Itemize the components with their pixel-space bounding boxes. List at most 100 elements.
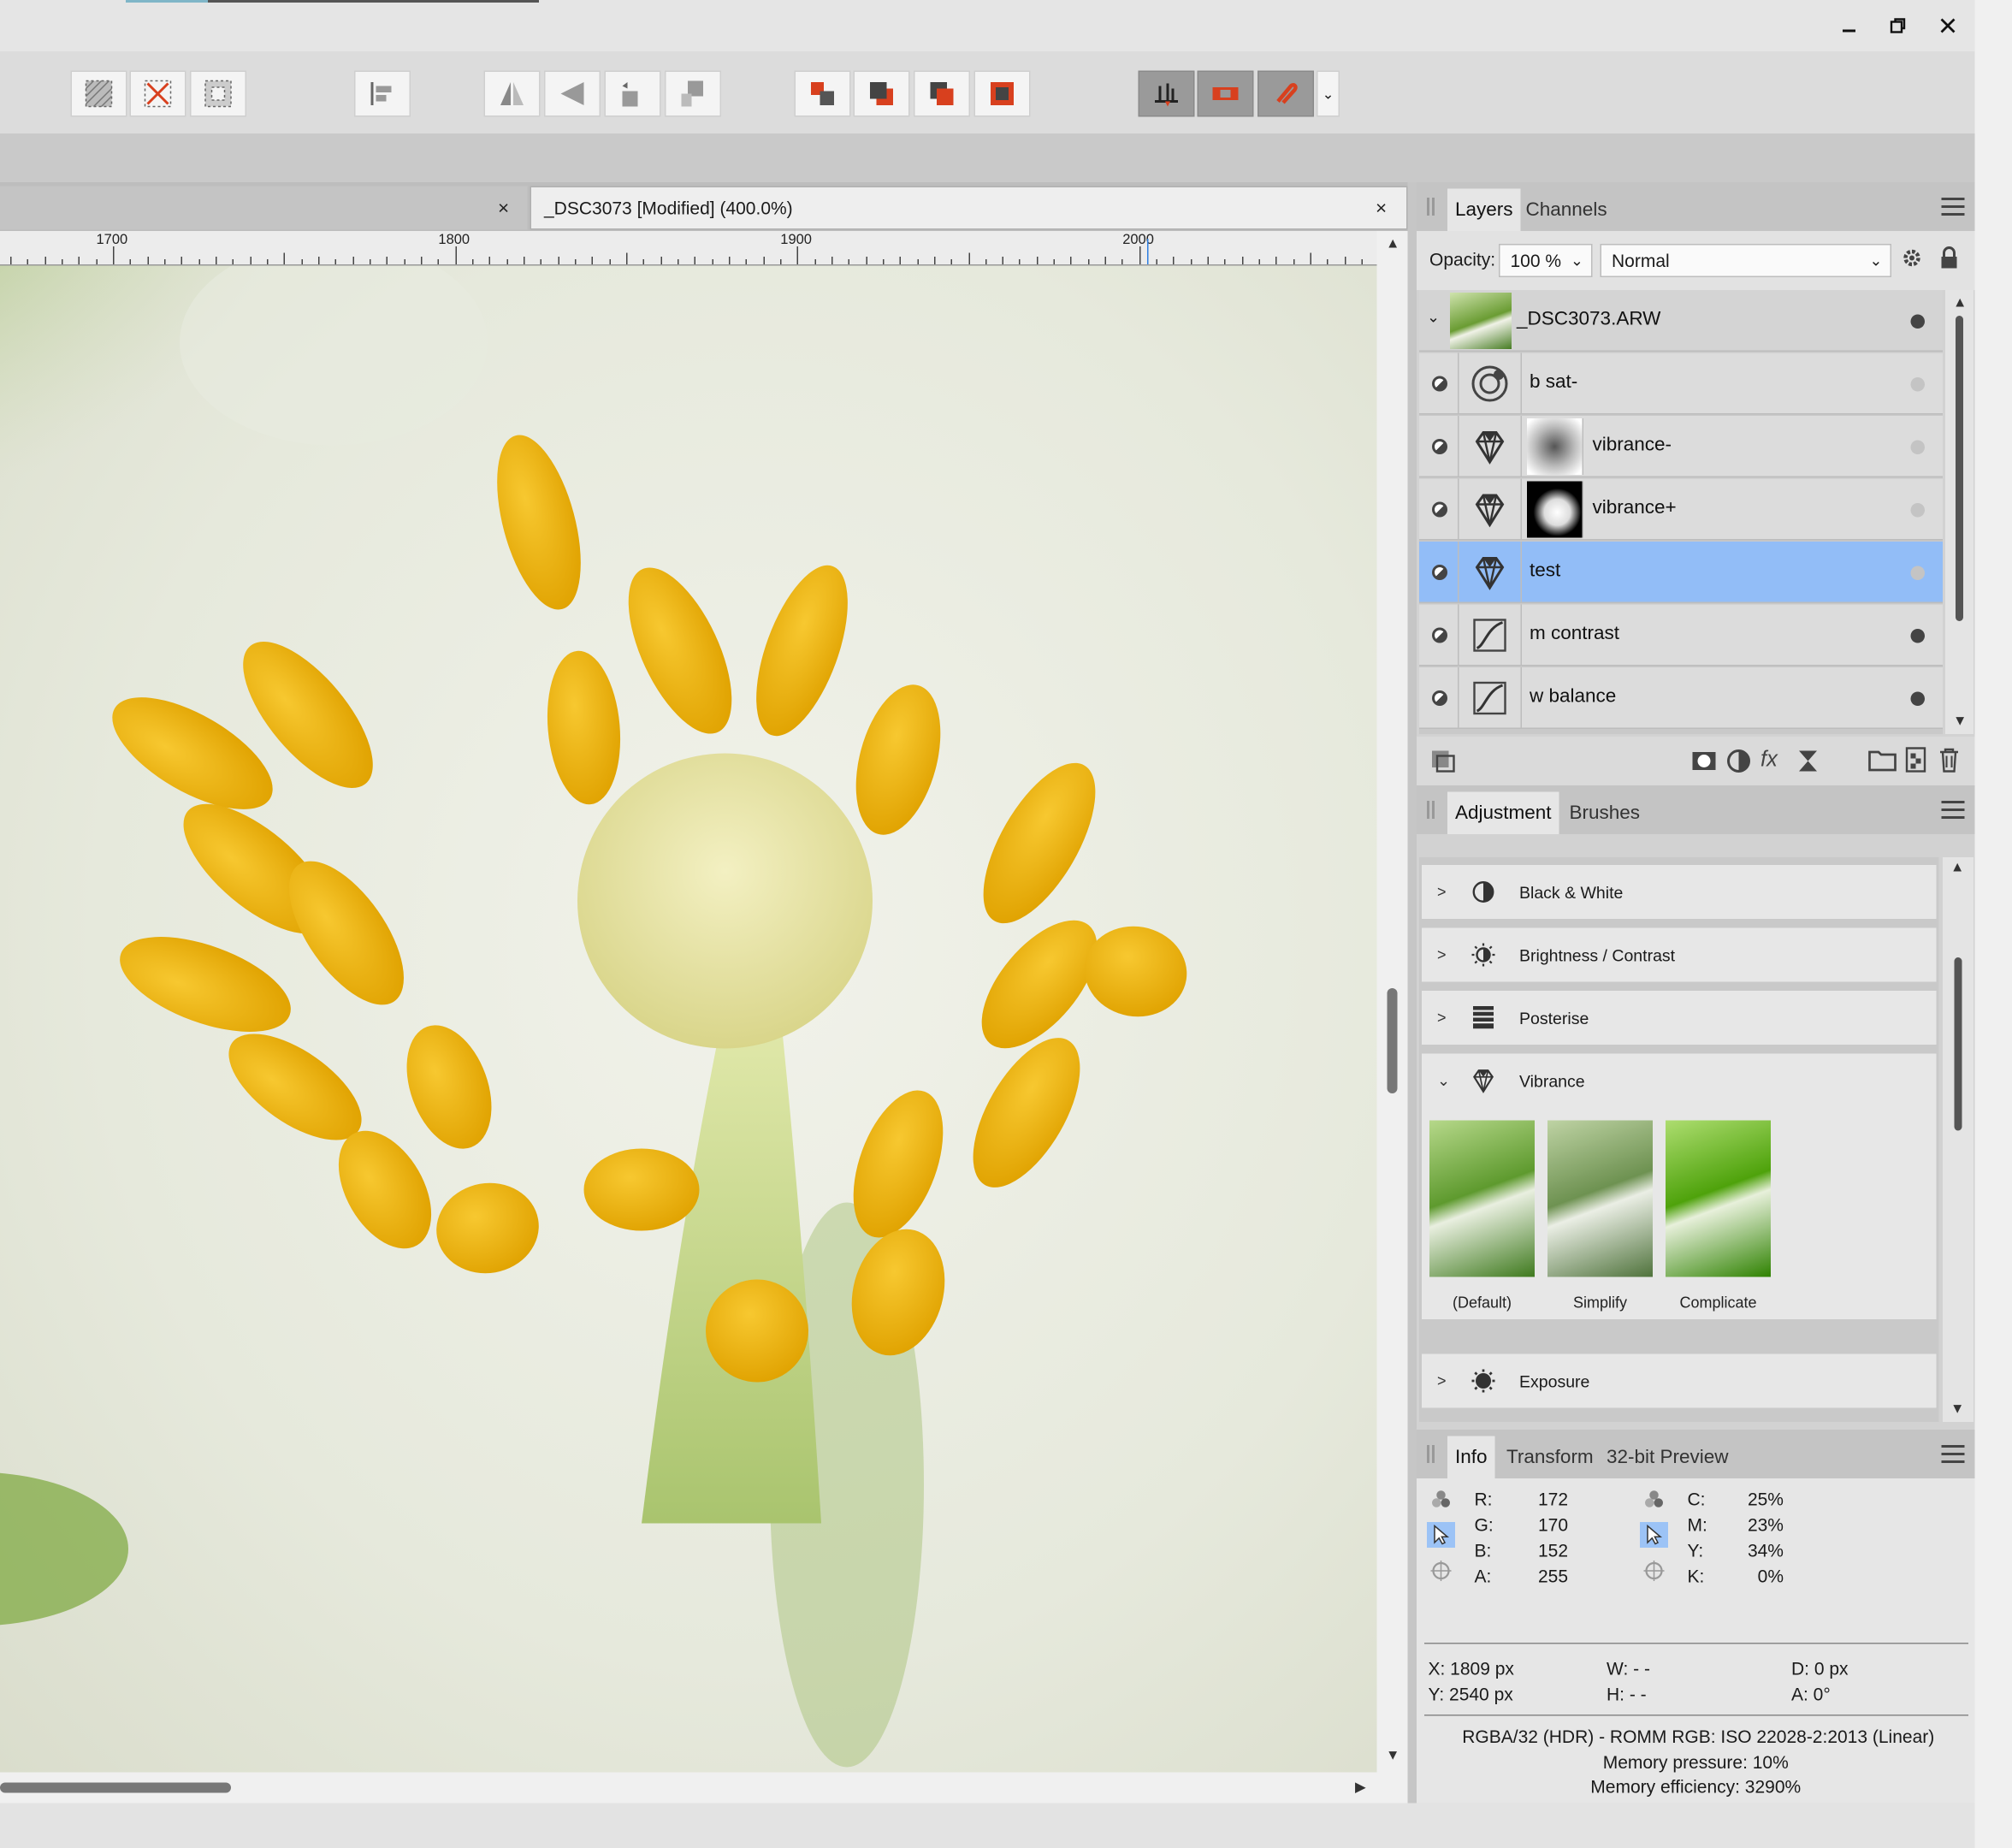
preset-thumbnail-default[interactable]: [1429, 1120, 1535, 1277]
panel-grip-icon[interactable]: [1427, 1445, 1435, 1463]
panel-menu-icon[interactable]: [1941, 801, 1965, 819]
tab-transform[interactable]: Transform: [1499, 1436, 1601, 1479]
scroll-down-icon[interactable]: ▼: [1386, 1748, 1400, 1763]
mask-layer-icon[interactable]: [1691, 749, 1717, 779]
invert-selection-icon[interactable]: [190, 70, 246, 117]
restore-icon[interactable]: [1881, 10, 1914, 41]
chevron-right-icon[interactable]: >: [1437, 1372, 1447, 1390]
align-left-icon[interactable]: [354, 70, 411, 117]
layer-options-icon[interactable]: [1429, 749, 1458, 781]
layer-visibility-dot[interactable]: [1910, 691, 1925, 706]
panel-menu-icon[interactable]: [1941, 1445, 1965, 1463]
tab-32bit-preview[interactable]: 32-bit Preview: [1599, 1436, 1737, 1479]
layer-row-selected[interactable]: test: [1419, 542, 1943, 603]
layer-visibility-dot[interactable]: [1910, 314, 1925, 329]
move-back-one-icon[interactable]: [853, 70, 910, 117]
new-pixel-layer-icon[interactable]: [1905, 747, 1926, 779]
layer-blend-icon[interactable]: [1432, 376, 1447, 392]
scroll-up-icon[interactable]: ▲: [1386, 236, 1400, 252]
scroll-up-icon[interactable]: ▲: [1950, 860, 1964, 875]
blend-mode-select[interactable]: Normal ⌄: [1600, 244, 1891, 277]
document-tab-active[interactable]: _DSC3073 [Modified] (400.0%) ×: [530, 186, 1408, 230]
pointer-icon[interactable]: [1427, 1522, 1455, 1548]
force-pixel-alignment-icon[interactable]: [1197, 70, 1254, 117]
adjustment-item-exposure[interactable]: > Exposure: [1422, 1353, 1937, 1408]
chevron-down-icon[interactable]: ⌄: [1437, 1072, 1450, 1090]
color-sampler-icon[interactable]: [1427, 1486, 1455, 1512]
chevron-down-icon[interactable]: ⌄: [1427, 308, 1440, 326]
layer-blend-icon[interactable]: [1432, 690, 1447, 706]
scroll-down-icon[interactable]: ▼: [1953, 714, 1967, 729]
tab-layers[interactable]: Layers: [1447, 188, 1521, 231]
scroll-down-icon[interactable]: ▼: [1950, 1401, 1964, 1417]
layer-visibility-dot[interactable]: [1910, 503, 1925, 518]
rotate-right-icon[interactable]: [665, 70, 721, 117]
layer-row[interactable]: vibrance+: [1419, 478, 1943, 541]
layer-row[interactable]: vibrance-: [1419, 416, 1943, 477]
close-tab-icon[interactable]: ×: [1376, 197, 1387, 219]
layer-blend-icon[interactable]: [1432, 627, 1447, 643]
chevron-right-icon[interactable]: >: [1437, 946, 1447, 964]
horizontal-scrollbar[interactable]: ▶: [0, 1772, 1408, 1804]
snapping-icon[interactable]: [1138, 70, 1195, 117]
scroll-up-icon[interactable]: ▲: [1953, 295, 1967, 311]
chevron-right-icon[interactable]: >: [1437, 883, 1447, 901]
panel-grip-icon[interactable]: [1427, 801, 1435, 819]
adjustment-scrollbar[interactable]: ▲ ▼: [1943, 857, 1974, 1422]
tab-adjustment[interactable]: Adjustment: [1447, 791, 1559, 834]
document-tab-inactive[interactable]: ×: [0, 186, 528, 230]
layer-row[interactable]: w balance: [1419, 667, 1943, 729]
snapping-dropdown-chevron-icon[interactable]: ⌄: [1317, 70, 1340, 117]
preset-thumbnail-simplify[interactable]: [1547, 1120, 1653, 1277]
layer-visibility-dot[interactable]: [1910, 377, 1925, 392]
scroll-right-icon[interactable]: ▶: [1355, 1779, 1366, 1796]
layers-scrollbar[interactable]: ▲ ▼: [1945, 290, 1974, 734]
snapping-magnet-icon[interactable]: [1258, 70, 1314, 117]
layer-blend-icon[interactable]: [1432, 439, 1447, 454]
adjustment-layer-icon[interactable]: [1726, 749, 1752, 781]
layer-visibility-dot[interactable]: [1910, 629, 1925, 643]
opacity-select[interactable]: 100 % ⌄: [1499, 244, 1593, 277]
tab-info[interactable]: Info: [1447, 1436, 1495, 1478]
panel-grip-icon[interactable]: [1427, 198, 1435, 216]
adjustment-scroll-thumb[interactable]: [1954, 957, 1962, 1131]
layer-visibility-dot[interactable]: [1910, 566, 1925, 580]
vertical-scroll-thumb[interactable]: [1387, 988, 1398, 1093]
rotate-left-icon[interactable]: [604, 70, 661, 117]
layer-visibility-dot[interactable]: [1910, 440, 1925, 454]
group-folder-icon[interactable]: [1868, 749, 1897, 779]
layer-blend-icon[interactable]: [1432, 565, 1447, 580]
crosshair-icon[interactable]: [1427, 1558, 1455, 1584]
tab-brushes[interactable]: Brushes: [1562, 792, 1648, 835]
layer-row[interactable]: b sat-: [1419, 352, 1943, 415]
panel-menu-icon[interactable]: [1941, 198, 1965, 216]
vertical-scrollbar[interactable]: ▲ ▼: [1376, 231, 1408, 1774]
image-canvas[interactable]: [0, 265, 1377, 1773]
move-to-front-icon[interactable]: [973, 70, 1031, 117]
pointer-icon[interactable]: [1640, 1522, 1668, 1548]
deselect-icon[interactable]: [129, 70, 186, 117]
flip-horizontal-icon[interactable]: [483, 70, 541, 117]
adjustment-item-vibrance[interactable]: ⌄ Vibrance: [1422, 1053, 1937, 1108]
close-icon[interactable]: [1932, 10, 1965, 41]
adjustment-item-black-white[interactable]: > Black & White: [1422, 865, 1937, 919]
horizontal-scroll-thumb[interactable]: [0, 1782, 231, 1793]
lock-icon[interactable]: [1940, 246, 1958, 274]
live-filter-icon[interactable]: [1796, 749, 1820, 781]
trash-icon[interactable]: [1938, 747, 1961, 779]
adjustment-item-brightness-contrast[interactable]: > Brightness / Contrast: [1422, 927, 1937, 982]
move-forward-one-icon[interactable]: [914, 70, 970, 117]
tab-channels[interactable]: Channels: [1518, 189, 1615, 232]
layer-row[interactable]: m contrast: [1419, 604, 1943, 666]
layers-scroll-thumb[interactable]: [1956, 316, 1963, 621]
minimize-icon[interactable]: [1832, 10, 1866, 41]
chevron-right-icon[interactable]: >: [1437, 1009, 1447, 1027]
layer-row[interactable]: ⌄ _DSC3073.ARW: [1419, 290, 1943, 352]
gear-icon[interactable]: [1902, 248, 1922, 273]
adjustment-item-posterise[interactable]: > Posterise: [1422, 991, 1937, 1045]
close-tab-icon[interactable]: ×: [498, 197, 509, 219]
fx-icon[interactable]: fx: [1760, 747, 1778, 773]
layer-blend-icon[interactable]: [1432, 501, 1447, 518]
crosshair-icon[interactable]: [1640, 1558, 1668, 1584]
panel-splitter[interactable]: [1407, 182, 1417, 1804]
